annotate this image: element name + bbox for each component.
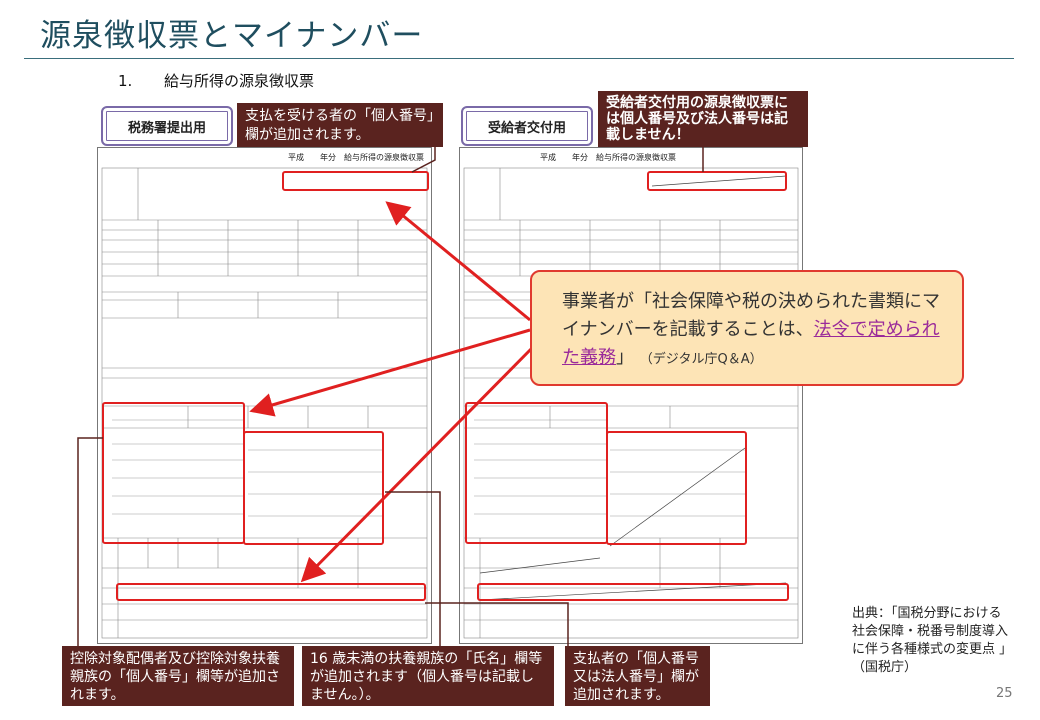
bubble-source: （デジタル庁Q＆A）	[639, 352, 763, 367]
right-form-grid: 平成 年分 給与所得の源泉徴収票	[463, 152, 799, 639]
tag-tax-office: 税務署提出用	[101, 106, 233, 146]
title-rule	[24, 58, 1014, 59]
callout-individual-number: 支払を受ける者の「個人番号」欄が追加されます。	[237, 103, 443, 147]
right-form-header: 平成 年分 給与所得の源泉徴収票	[540, 152, 676, 162]
source-note: 出典：「国税分野における 社会保障・税番号制度導入に伴う各種様式の変更点 」（国…	[852, 606, 1009, 675]
page-number: 25	[996, 686, 1013, 701]
section-title: 給与所得の源泉徴収票	[164, 72, 315, 90]
callout-dependents: 控除対象配偶者及び控除対象扶養親族の「個人番号」欄等が追加されます。	[62, 646, 294, 706]
left-form-header: 平成 年分 給与所得の源泉徴収票	[288, 152, 424, 162]
callout-payer-number: 支払者の「個人番号又は法人番号」欄が追加されます。	[565, 646, 710, 706]
section-number: 1.	[118, 72, 133, 90]
left-form-grid: 平成 年分 給与所得の源泉徴収票	[101, 152, 428, 639]
obligation-bubble: 事業者が「社会保障や税の決められた書類にマイナンバーを記載することは、法令で定め…	[530, 270, 964, 386]
section-heading: 1. 給与所得の源泉徴収票	[118, 70, 314, 91]
left-form: 平成 年分 給与所得の源泉徴収票	[97, 147, 432, 644]
right-form: 平成 年分 給与所得の源泉徴収票	[459, 147, 803, 644]
callout-no-numbers: 受給者交付用の源泉徴収票には個人番号及び法人番号は記載しません！	[598, 91, 808, 147]
callout-under16: 16 歳未満の扶養親族の「氏名」欄等が追加されます（個人番号は記載しません。）。	[302, 646, 554, 706]
slide-title: 源泉徴収票とマイナンバー	[40, 18, 424, 54]
bubble-text-2: 」	[616, 347, 634, 368]
tag-recipient: 受給者交付用	[461, 106, 593, 146]
